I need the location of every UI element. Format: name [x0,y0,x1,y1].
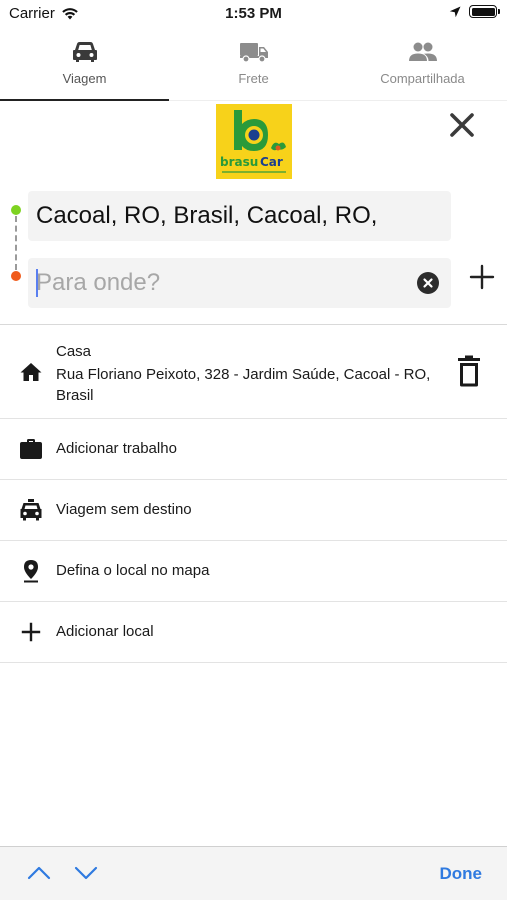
taxi-icon [20,499,42,521]
tab-label: Frete [238,71,269,86]
battery-icon [469,5,500,18]
set-on-map-label: Defina o local no mapa [56,562,210,579]
tab-label: Viagem [62,71,107,86]
clear-icon [423,278,433,288]
add-place-label: Adicionar local [56,623,154,640]
chevron-down-icon [74,866,98,880]
chevron-up-icon [27,866,51,880]
text-cursor [36,269,38,297]
service-tabs: Viagem Frete Compartilhada [0,27,507,101]
truck-icon [239,43,268,63]
close-icon [450,113,474,137]
add-stop-button[interactable] [468,263,496,291]
list-item-home[interactable]: Casa Rua Floriano Peixoto, 328 - Jardim … [0,325,507,419]
svg-text:brasu: brasu [220,155,258,169]
tab-compartilhada[interactable]: Compartilhada [338,27,507,100]
trash-icon [458,355,480,387]
plus-icon [469,264,495,290]
tab-viagem[interactable]: Viagem [0,27,169,101]
group-icon [408,42,437,61]
list-item-no-destination[interactable]: Viagem sem destino [0,480,507,541]
brasucar-logo: brasu Car [216,104,292,179]
origin-text: Cacoal, RO, Brasil, Cacoal, RO, [36,202,378,229]
list-item-set-on-map[interactable]: Defina o local no mapa [0,541,507,602]
delete-home-button[interactable] [457,355,481,387]
add-work-label: Adicionar trabalho [56,440,177,457]
clear-destination-button[interactable] [417,272,439,294]
done-button[interactable]: Done [440,864,483,884]
svg-text:Car: Car [260,155,283,169]
plus-icon [21,622,41,642]
destination-dot [11,271,21,281]
origin-field[interactable]: Cacoal, RO, Brasil, Cacoal, RO, [28,191,451,241]
route-connector [15,216,17,270]
origin-dot [11,205,21,215]
home-icon [20,363,42,381]
map-pin-icon [24,560,38,583]
close-button[interactable] [447,110,477,140]
car-icon [72,42,97,62]
clock: 1:53 PM [225,5,282,22]
briefcase-icon [20,439,42,459]
home-address: Rua Floriano Peixoto, 328 - Jardim Saúde… [56,366,431,404]
no-destination-label: Viagem sem destino [56,501,192,518]
tab-label: Compartilhada [380,71,465,86]
status-bar: Carrier 1:53 PM [0,0,507,26]
keyboard-toolbar: Done [0,846,507,900]
destination-input[interactable] [36,266,406,300]
list-item-add-place[interactable]: Adicionar local [0,602,507,663]
tab-frete[interactable]: Frete [169,27,338,100]
list-item-add-work[interactable]: Adicionar trabalho [0,419,507,480]
destination-field[interactable] [28,258,451,308]
next-field-button[interactable] [73,863,99,883]
previous-field-button[interactable] [26,863,52,883]
location-arrow-icon [449,6,461,17]
home-label: Casa [56,343,92,360]
saved-places-list: Casa Rua Floriano Peixoto, 328 - Jardim … [0,324,507,663]
